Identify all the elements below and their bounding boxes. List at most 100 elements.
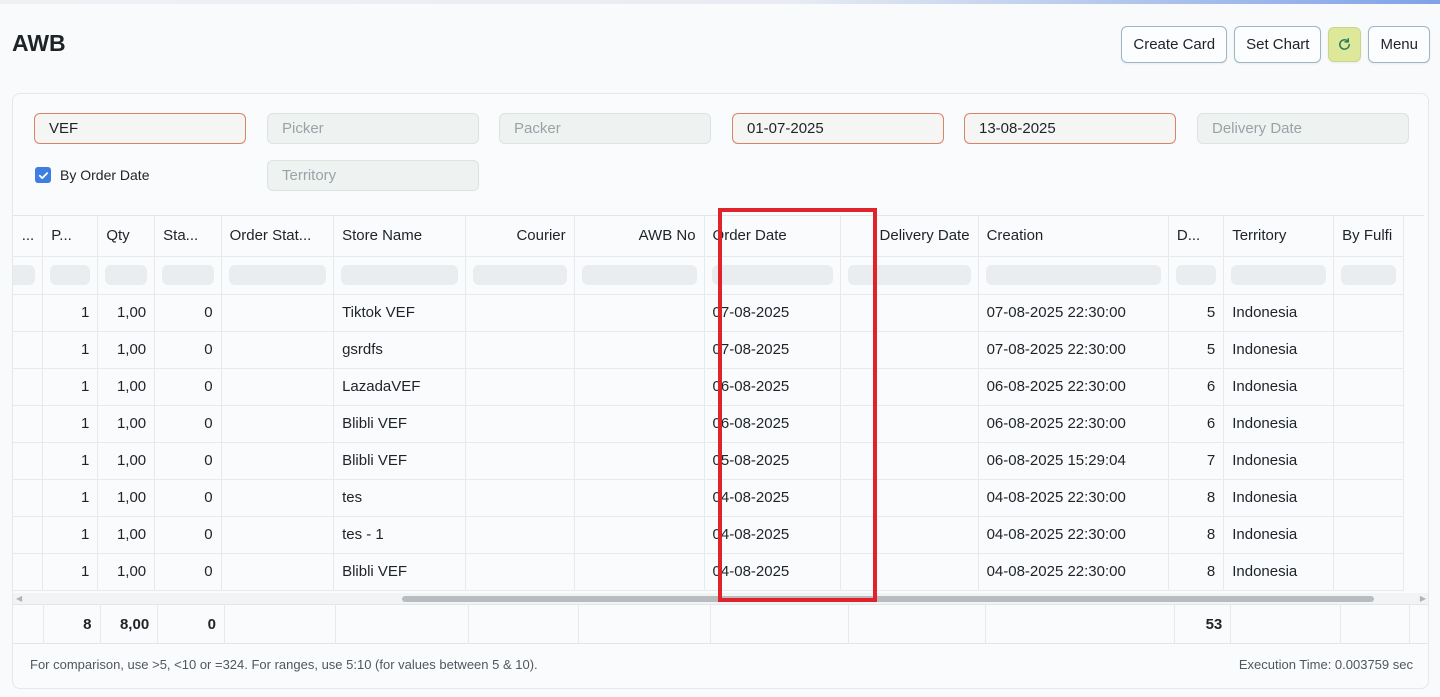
table-row[interactable]: 1 1,00 0 LazadaVEF 06-08-2025 06-08-2025 22:3… bbox=[13, 368, 1404, 406]
table-cell: 04-08-2025 22:30:00 bbox=[978, 553, 1169, 591]
by-order-date-option[interactable]: By Order Date bbox=[35, 167, 149, 183]
table-cell bbox=[13, 479, 44, 517]
total-cell bbox=[468, 605, 579, 643]
table-cell bbox=[840, 553, 979, 591]
refresh-button[interactable] bbox=[1328, 27, 1362, 62]
table-cell: 5 bbox=[1168, 294, 1225, 332]
table-cell bbox=[574, 368, 705, 406]
column-header[interactable]: Order Stat... bbox=[221, 216, 335, 257]
company-filter[interactable]: VEF bbox=[34, 113, 246, 144]
column-header[interactable]: By Fulfi bbox=[1333, 216, 1404, 257]
grid-table: ... P... Qty Sta... Order Stat... Store … bbox=[13, 216, 1404, 591]
from-date-filter[interactable]: 01-07-2025 bbox=[732, 113, 944, 144]
table-cell: 0 bbox=[154, 405, 222, 443]
column-filter-input[interactable] bbox=[162, 265, 214, 285]
table-cell bbox=[465, 442, 575, 480]
column-filter-input[interactable] bbox=[105, 265, 148, 285]
column-filter-input[interactable] bbox=[341, 265, 459, 285]
packer-filter[interactable]: Packer bbox=[499, 113, 711, 144]
table-cell bbox=[1333, 442, 1404, 480]
column-header[interactable]: Qty bbox=[97, 216, 156, 257]
table-cell bbox=[840, 405, 979, 443]
table-cell: Indonesia bbox=[1223, 331, 1335, 369]
table-cell: 1 bbox=[42, 331, 99, 369]
table-cell: 8 bbox=[1168, 516, 1225, 554]
table-cell: 7 bbox=[1168, 442, 1225, 480]
table-cell: Indonesia bbox=[1223, 516, 1335, 554]
table-cell: 06-08-2025 22:30:00 bbox=[978, 368, 1169, 406]
column-filter-input[interactable] bbox=[847, 265, 971, 285]
delivery-date-filter[interactable]: Delivery Date bbox=[1197, 113, 1409, 144]
table-row[interactable]: 1 1,00 0 Tiktok VEF 07-08-2025 07-08-2025 22:… bbox=[13, 294, 1404, 332]
table-cell: 04-08-2025 bbox=[704, 479, 841, 517]
column-header[interactable]: Territory bbox=[1223, 216, 1335, 257]
table-cell bbox=[465, 405, 575, 443]
table-cell bbox=[1333, 479, 1404, 517]
scrollbar-thumb[interactable] bbox=[402, 596, 1374, 602]
column-header[interactable]: Store Name bbox=[333, 216, 467, 257]
table-cell bbox=[221, 294, 335, 332]
column-header[interactable]: Creation bbox=[978, 216, 1169, 257]
column-header[interactable]: ... bbox=[13, 216, 44, 257]
table-cell: 07-08-2025 bbox=[704, 294, 841, 332]
table-row[interactable]: 1 1,00 0 Blibli VEF 05-08-2025 06-08-2025 15:… bbox=[13, 442, 1404, 480]
table-cell: Blibli VEF bbox=[333, 553, 467, 591]
column-header[interactable]: Courier bbox=[465, 216, 575, 257]
column-filter-input[interactable] bbox=[13, 265, 36, 285]
column-header[interactable]: AWB No bbox=[574, 216, 705, 257]
table-cell: 04-08-2025 bbox=[704, 516, 841, 554]
table-cell: 0 bbox=[154, 442, 222, 480]
table-cell bbox=[465, 368, 575, 406]
table-cell bbox=[574, 294, 705, 332]
table-cell bbox=[840, 331, 979, 369]
column-filter-input[interactable] bbox=[473, 265, 567, 285]
table-cell: 1,00 bbox=[97, 553, 156, 591]
table-cell bbox=[13, 553, 44, 591]
totals-row: 8 8,00 0 53 bbox=[13, 604, 1428, 644]
column-header[interactable]: Order Date bbox=[704, 216, 841, 257]
column-filter-input[interactable] bbox=[985, 265, 1161, 285]
table-row[interactable]: 1 1,00 0 Blibli VEF 04-08-2025 04-08-2025 22:… bbox=[13, 553, 1404, 591]
execution-time: Execution Time: 0.003759 sec bbox=[1238, 657, 1413, 672]
horizontal-scrollbar[interactable]: ◀ ▶ bbox=[13, 593, 1428, 604]
table-cell: tes - 1 bbox=[333, 516, 467, 554]
table-cell: Indonesia bbox=[1223, 294, 1335, 332]
column-filter-input[interactable] bbox=[711, 265, 833, 285]
column-header[interactable]: Sta... bbox=[154, 216, 222, 257]
column-filter-input[interactable] bbox=[1341, 265, 1396, 285]
territory-filter[interactable]: Territory bbox=[267, 160, 479, 191]
by-order-date-checkbox[interactable] bbox=[35, 167, 51, 183]
table-cell: 1,00 bbox=[97, 479, 156, 517]
column-filter-input[interactable] bbox=[50, 265, 91, 285]
table-cell: 0 bbox=[154, 368, 222, 406]
table-cell bbox=[221, 442, 335, 480]
picker-filter[interactable]: Picker bbox=[267, 113, 479, 144]
create-card-button[interactable]: Create Card bbox=[1121, 26, 1228, 63]
to-date-filter[interactable]: 13-08-2025 bbox=[964, 113, 1176, 144]
column-filter-input[interactable] bbox=[228, 265, 327, 285]
scroll-left-icon[interactable]: ◀ bbox=[16, 594, 22, 603]
column-header[interactable]: Delivery Date bbox=[840, 216, 979, 257]
total-cell bbox=[224, 605, 337, 643]
table-cell: Indonesia bbox=[1223, 442, 1335, 480]
set-chart-button[interactable]: Set Chart bbox=[1234, 26, 1322, 63]
column-header[interactable]: P... bbox=[42, 216, 99, 257]
column-header[interactable]: D... bbox=[1168, 216, 1225, 257]
table-row[interactable]: 1 1,00 0 tes 04-08-2025 04-08-2025 22:30:00 8 I… bbox=[13, 479, 1404, 517]
table-row[interactable]: 1 1,00 0 tes - 1 04-08-2025 04-08-2025 22:30:… bbox=[13, 516, 1404, 554]
table-cell: 1,00 bbox=[97, 368, 156, 406]
table-cell: 1 bbox=[42, 516, 99, 554]
column-filter-input[interactable] bbox=[1231, 265, 1327, 285]
total-cell: 8,00 bbox=[100, 605, 159, 643]
table-cell bbox=[221, 516, 335, 554]
column-filter-input[interactable] bbox=[581, 265, 697, 285]
table-cell bbox=[840, 294, 979, 332]
menu-button[interactable]: Menu bbox=[1368, 26, 1430, 63]
table-cell bbox=[465, 479, 575, 517]
scroll-right-icon[interactable]: ▶ bbox=[1420, 594, 1426, 603]
table-row[interactable]: 1 1,00 0 gsrdfs 07-08-2025 07-08-2025 22:30:0… bbox=[13, 331, 1404, 369]
column-filter-input[interactable] bbox=[1175, 265, 1217, 285]
total-cell bbox=[1340, 605, 1410, 643]
table-cell: 0 bbox=[154, 294, 222, 332]
table-row[interactable]: 1 1,00 0 Blibli VEF 06-08-2025 06-08-2025 22:… bbox=[13, 405, 1404, 443]
